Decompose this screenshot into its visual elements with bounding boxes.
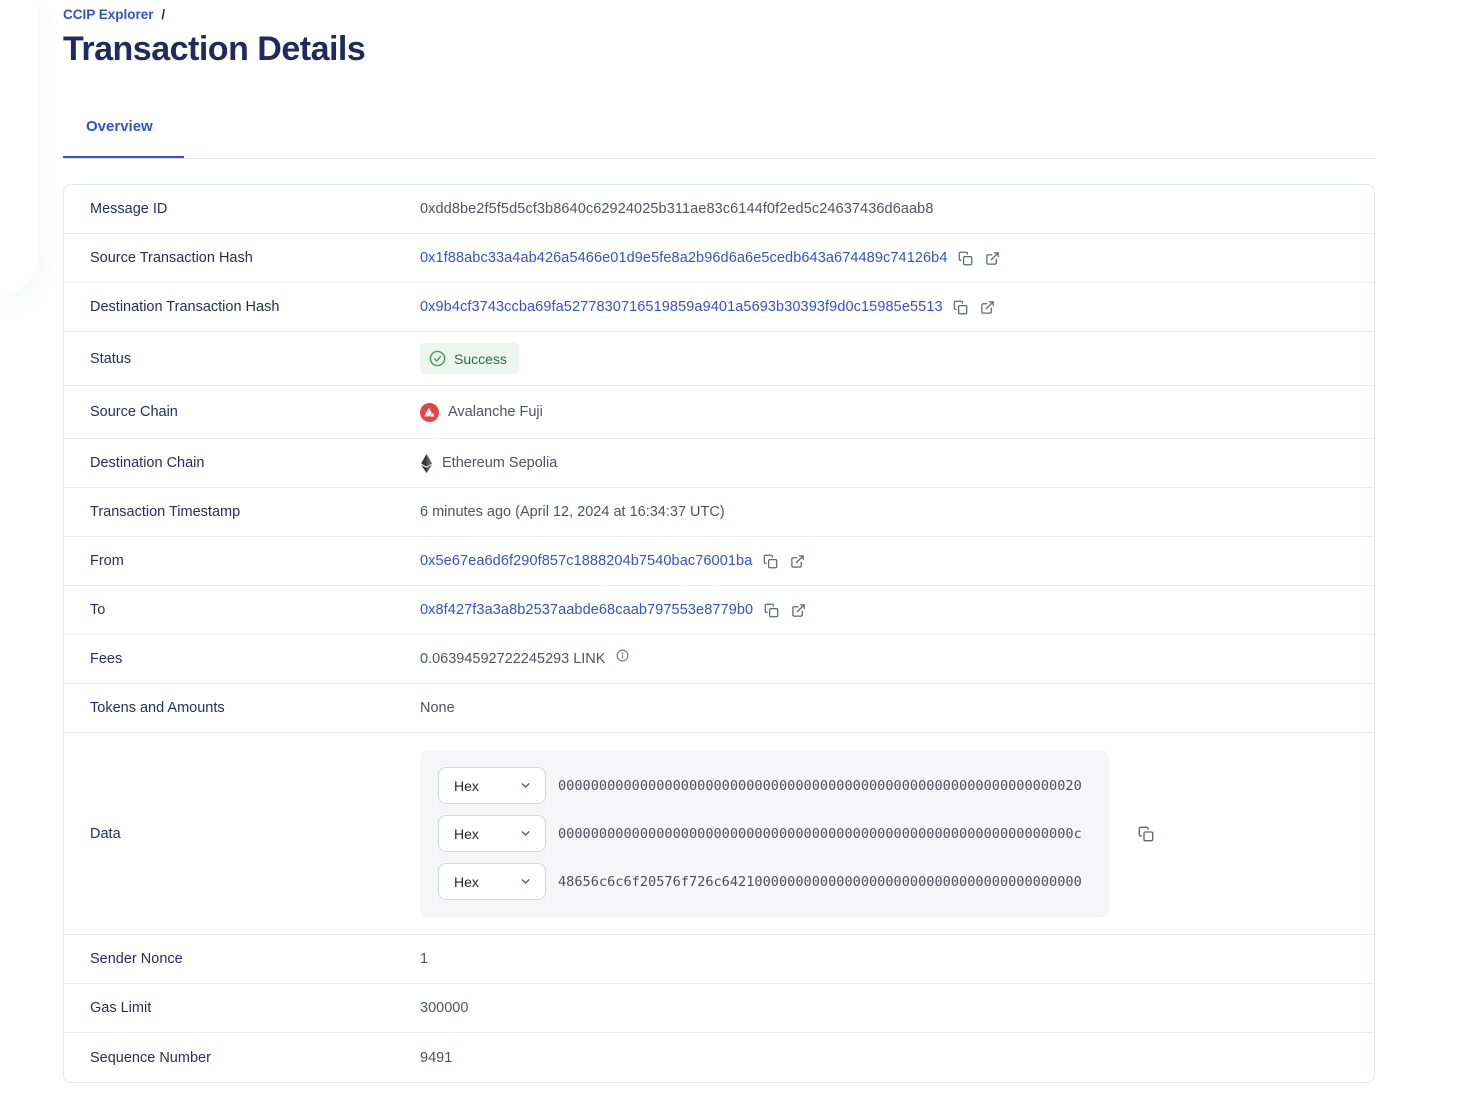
copy-icon[interactable] (957, 249, 975, 267)
message-id-value: 0xdd8be2f5f5d5cf3b8640c62924025b311ae83c… (420, 201, 934, 217)
data-line: Hex 000000000000000000000000000000000000… (438, 815, 1091, 852)
dest-tx-hash-link[interactable]: 0x9b4cf3743ccba69fa5277830716519859a9401… (420, 299, 943, 315)
table-row-timestamp: Transaction Timestamp 6 minutes ago (Apr… (64, 488, 1374, 537)
tab-bar-divider (63, 158, 1375, 159)
timestamp-value: 6 minutes ago (April 12, 2024 at 16:34:3… (420, 504, 725, 520)
external-link-icon[interactable] (789, 601, 807, 619)
source-chain-value: Avalanche Fuji (420, 402, 543, 422)
table-row-source-chain: Source Chain Avalanche Fuji (64, 386, 1374, 439)
field-label: Destination Transaction Hash (90, 299, 280, 315)
copy-icon[interactable] (1137, 825, 1155, 843)
field-label: From (90, 553, 124, 569)
field-label: Transaction Timestamp (90, 504, 241, 520)
status-badge: Success (420, 343, 519, 374)
data-hex-value: 0000000000000000000000000000000000000000… (558, 777, 1082, 794)
data-hex-value: 48656c6c6f20576f726c64210000000000000000… (558, 873, 1082, 890)
chevron-down-icon (519, 875, 532, 888)
breadcrumb-separator: / (161, 7, 166, 22)
chevron-down-icon (519, 779, 532, 792)
status-badge-label: Success (454, 350, 507, 367)
data-hex-value: 0000000000000000000000000000000000000000… (558, 825, 1082, 842)
transaction-details-page: CCIP Explorer / Transaction Details Over… (0, 0, 1481, 1105)
dest-chain-name: Ethereum Sepolia (442, 455, 558, 471)
fees-value: 0.06394592722245293 LINK (420, 651, 606, 667)
table-row-from: From 0x5e67ea6d6f290f857c1888204b7540bac… (64, 537, 1374, 586)
field-label: To (90, 602, 106, 618)
table-row-sequence-number: Sequence Number 9491 (64, 1033, 1374, 1082)
source-tx-hash-link[interactable]: 0x1f88abc33a4ab426a5466e01d9e5fe8a2b96d6… (420, 250, 948, 266)
table-row-fees: Fees 0.06394592722245293 LINK (64, 635, 1374, 684)
source-chain-name: Avalanche Fuji (448, 404, 543, 420)
chevron-down-icon (519, 827, 532, 840)
info-icon[interactable] (616, 649, 629, 662)
table-row-status: Status Success (64, 332, 1374, 386)
field-label: Destination Chain (90, 455, 205, 471)
from-address-link[interactable]: 0x5e67ea6d6f290f857c1888204b7540bac76001… (420, 553, 752, 569)
field-label: Tokens and Amounts (90, 700, 225, 716)
tab-overview[interactable]: Overview (63, 118, 184, 159)
table-row-sender-nonce: Sender Nonce 1 (64, 935, 1374, 984)
field-label: Data (90, 825, 121, 842)
copy-icon[interactable] (761, 552, 779, 570)
sender-nonce-value: 1 (420, 951, 429, 967)
external-link-icon[interactable] (979, 298, 997, 316)
avalanche-logo-icon (420, 402, 439, 422)
page-title: Transaction Details (63, 30, 366, 68)
data-format-select[interactable]: Hex (438, 815, 546, 852)
data-hex-panel: Hex 000000000000000000000000000000000000… (420, 750, 1109, 917)
table-row-message-id: Message ID 0xdd8be2f5f5d5cf3b8640c629240… (64, 185, 1374, 234)
field-label: Sender Nonce (90, 951, 183, 967)
table-row-tokens: Tokens and Amounts None (64, 684, 1374, 733)
field-label: Sequence Number (90, 1049, 211, 1066)
tab-overview-label: Overview (86, 118, 153, 135)
tokens-value: None (420, 700, 455, 716)
breadcrumb-link-ccip-explorer[interactable]: CCIP Explorer (63, 7, 154, 22)
tab-bar: Overview (63, 118, 1375, 159)
data-format-select-value: Hex (454, 873, 479, 890)
data-format-select[interactable]: Hex (438, 863, 546, 900)
transaction-detail-table: Message ID 0xdd8be2f5f5d5cf3b8640c629240… (63, 184, 1375, 1083)
field-label: Gas Limit (90, 1000, 152, 1016)
data-format-select-value: Hex (454, 825, 479, 842)
dest-chain-value: Ethereum Sepolia (420, 453, 558, 473)
data-format-select-value: Hex (454, 777, 479, 794)
field-label: Fees (90, 651, 123, 667)
data-line: Hex 48656c6c6f20576f726c6421000000000000… (438, 863, 1091, 900)
breadcrumb: CCIP Explorer / (63, 0, 1375, 22)
copy-icon[interactable] (952, 298, 970, 316)
drawer-edge-artifact (0, 0, 38, 295)
copy-icon[interactable] (762, 601, 780, 619)
gas-limit-value: 300000 (420, 1000, 469, 1016)
table-row-data: Data Hex 0000000000000000000000000000000… (64, 733, 1374, 935)
table-row-to: To 0x8f427f3a3a8b2537aabde68caab797553e8… (64, 586, 1374, 635)
external-link-icon[interactable] (788, 552, 806, 570)
data-format-select[interactable]: Hex (438, 767, 546, 804)
table-row-dest-tx-hash: Destination Transaction Hash 0x9b4cf3743… (64, 283, 1374, 332)
data-line: Hex 000000000000000000000000000000000000… (438, 767, 1091, 804)
field-label: Status (90, 350, 132, 367)
field-label: Source Chain (90, 404, 178, 420)
field-label: Source Transaction Hash (90, 250, 253, 266)
check-circle-icon (429, 350, 446, 367)
field-label: Message ID (90, 201, 168, 217)
to-address-link[interactable]: 0x8f427f3a3a8b2537aabde68caab797553e8779… (420, 602, 753, 618)
table-row-source-tx-hash: Source Transaction Hash 0x1f88abc33a4ab4… (64, 234, 1374, 283)
table-row-gas-limit: Gas Limit 300000 (64, 984, 1374, 1033)
table-row-dest-chain: Destination Chain Ethereum Sepolia (64, 439, 1374, 488)
ethereum-logo-icon (420, 453, 433, 473)
external-link-icon[interactable] (984, 249, 1002, 267)
sequence-number-value: 9491 (420, 1049, 453, 1066)
